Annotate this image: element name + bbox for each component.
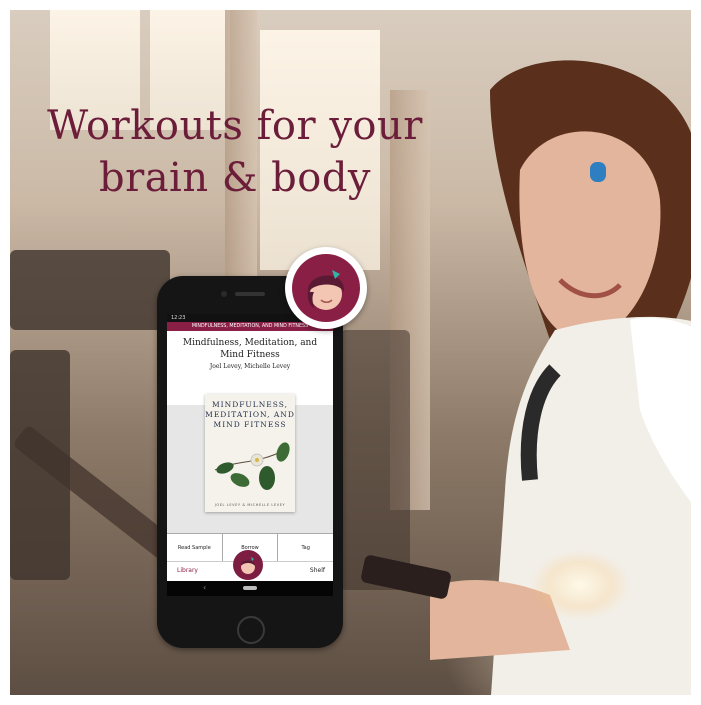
headline-line-2: brain & body xyxy=(98,155,372,201)
bottom-tab-bar: Library Shelf xyxy=(167,550,333,582)
libby-logo-icon xyxy=(285,247,367,329)
home-pill-icon[interactable] xyxy=(243,586,257,590)
book-title: Mindfulness, Meditation, and Mind Fitnes… xyxy=(182,338,318,360)
cover-title-line-1: MINDFULNESS, xyxy=(211,400,289,409)
libby-tab-icon[interactable] xyxy=(233,550,263,580)
machine-post xyxy=(10,350,70,580)
earbud xyxy=(590,162,606,182)
gym-machine xyxy=(340,330,410,590)
home-button[interactable] xyxy=(237,616,265,644)
book-cover[interactable]: MINDFULNESS, MEDITATION, AND MIND FITNES… xyxy=(205,394,295,512)
cover-title-line-2: MEDITATION, AND xyxy=(205,410,295,419)
smartphone: 12:23 ◎ ● MINDFULNESS, MEDITATION, AND M… xyxy=(157,276,343,648)
back-icon[interactable]: ‹ xyxy=(203,583,206,592)
cover-title: MINDFULNESS, MEDITATION, AND MIND FITNES… xyxy=(205,394,295,430)
tag-button[interactable]: Tag xyxy=(278,534,333,562)
tab-library[interactable]: Library xyxy=(177,567,198,574)
cover-authors: JOEL LEVEY & MICHELLE LEVEY xyxy=(214,503,286,507)
status-time: 12:23 xyxy=(171,315,186,321)
front-camera xyxy=(221,291,227,297)
cover-illustration xyxy=(214,442,290,490)
android-nav-bar: ‹ xyxy=(167,581,333,596)
book-authors: Joel Levey, Michelle Levey xyxy=(209,363,291,370)
cover-title-line-3: MIND FITNESS xyxy=(213,420,287,429)
phone-screen: 12:23 ◎ ● MINDFULNESS, MEDITATION, AND M… xyxy=(167,314,333,596)
headline: Workouts for your brain & body xyxy=(20,100,450,204)
headline-line-1: Workouts for your xyxy=(47,103,423,149)
image-frame: Workouts for your brain & body 12:23 ◎ ●… xyxy=(0,0,701,705)
earpiece xyxy=(235,292,265,296)
tab-shelf[interactable]: Shelf xyxy=(310,567,325,574)
libby-logo-face xyxy=(292,254,360,322)
read-sample-button[interactable]: Read Sample xyxy=(167,534,223,562)
light-flare xyxy=(530,550,630,620)
dumbbell-rack xyxy=(10,250,170,330)
